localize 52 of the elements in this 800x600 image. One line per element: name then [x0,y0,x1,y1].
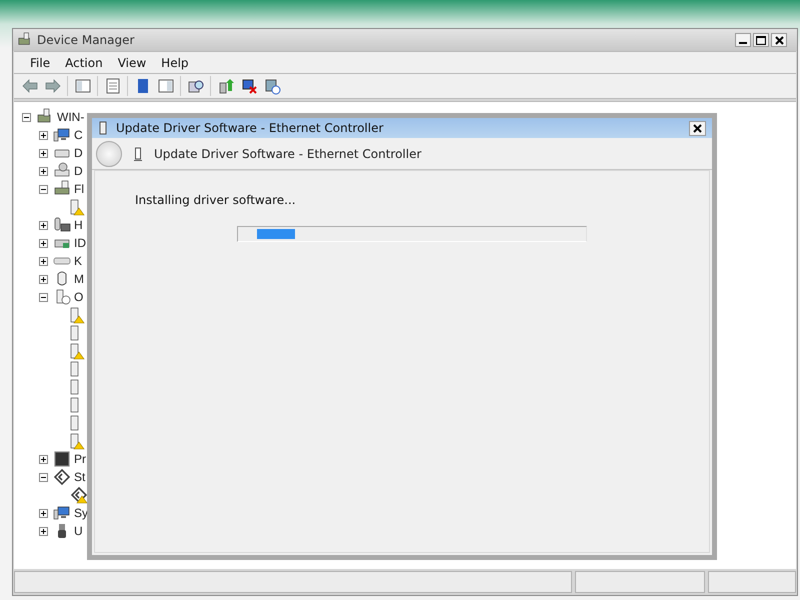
tree-item[interactable]: WIN- [57,110,84,124]
status-message: Installing driver software... [135,192,297,209]
expand-icon[interactable] [39,274,48,284]
minimize-icon [739,42,747,44]
tree-item[interactable]: Sy [74,506,88,520]
tree-item[interactable]: O [74,290,84,304]
minimize-button[interactable] [735,33,751,47]
maximize-icon [756,36,766,44]
tree-item[interactable]: Fl [74,182,84,196]
expand-icon[interactable] [39,256,48,266]
device-icon [53,216,71,234]
expand-icon[interactable] [39,148,48,158]
diamond-icon [53,468,71,486]
window-title: Device Manager [37,32,134,49]
tree-item[interactable]: ID [74,236,86,250]
tree-item[interactable]: Pr [74,452,86,466]
tree-item[interactable]: D [74,146,83,160]
expand-icon[interactable] [39,454,48,464]
expand-icon[interactable] [39,220,48,230]
menu-item[interactable]: View [112,54,152,72]
collapse-icon[interactable] [39,184,48,194]
expand-icon[interactable] [39,526,48,536]
expand-icon[interactable] [39,166,48,176]
expand-icon[interactable] [39,508,48,518]
monitor-icon [53,504,71,522]
computer-icon [17,32,33,48]
tree-item[interactable]: M [74,272,84,286]
collapse-icon[interactable] [39,472,48,482]
tree-item[interactable]: D [74,164,83,178]
dialog-title: Update Driver Software - Ethernet Controller [116,120,384,137]
device-icon [134,146,142,160]
close-button[interactable] [771,33,787,47]
tree-item[interactable]: H [74,218,83,232]
tree-item[interactable]: St [74,470,86,484]
menu-item[interactable]: File [24,54,56,72]
device-icon [98,121,108,135]
collapse-icon[interactable] [39,292,48,302]
expand-icon[interactable] [39,238,48,248]
expand-icon[interactable] [39,130,48,140]
close-button[interactable] [689,120,706,136]
tree-item[interactable]: K [74,254,82,268]
monitor-icon [53,126,71,144]
maximize-button[interactable] [753,33,769,47]
close-icon [693,124,702,132]
close-icon [774,36,784,44]
collapse-icon[interactable] [22,112,31,122]
tree-item[interactable]: U [74,524,83,538]
menu-item[interactable]: Action [59,54,109,72]
dialog-heading: Update Driver Software - Ethernet Controller [154,146,422,162]
chip-icon [53,450,71,468]
menu-item[interactable]: Help [155,54,195,72]
tree-item[interactable]: C [74,128,83,142]
